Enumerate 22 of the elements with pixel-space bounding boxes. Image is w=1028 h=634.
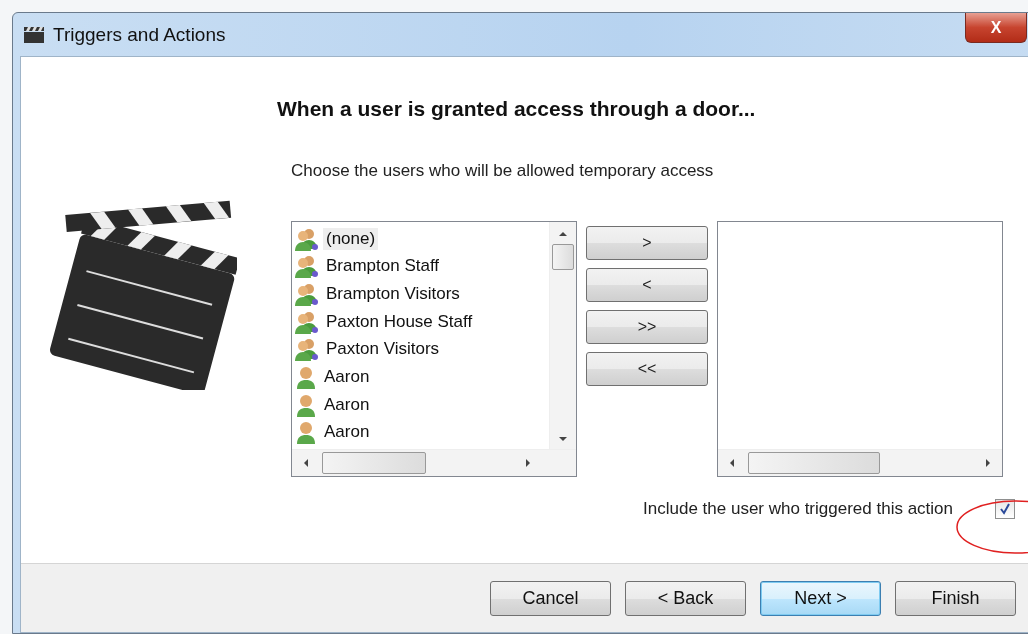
instruction-text: Choose the users who will be allowed temporary access [291,161,715,181]
footer-button[interactable]: Cancel [490,580,611,616]
list-item[interactable]: Brampton Visitors [323,283,463,306]
list-item[interactable]: Brampton Staff [323,255,443,278]
close-button[interactable]: X [965,13,1027,43]
footer-button[interactable]: Finish [895,580,1016,616]
checkbox-label: Include the user who triggered this action [643,499,953,519]
list-item[interactable]: Aaron [321,421,373,444]
move-button[interactable]: >> [586,310,708,344]
footer-button[interactable]: Next > [760,580,881,616]
list-item[interactable]: Paxton House Staff [323,310,476,333]
page-heading: When a user is granted access through a door... [277,97,757,121]
window-title: Triggers and Actions [53,23,226,46]
move-button[interactable]: > [586,226,708,260]
list-item[interactable]: Paxton Visitors [323,338,443,361]
move-button[interactable]: << [586,352,708,386]
list-item[interactable]: Aaron [321,365,373,388]
list-item[interactable]: (none) [323,227,379,250]
footer-button[interactable]: < Back [625,580,746,616]
list-item[interactable]: Aaron [321,393,373,416]
available-users-list[interactable]: (none) Brampton Staff Brampton Visitors Paxton House Staff Paxton Visitors Aaron Aaron Aaron [291,221,577,477]
move-button[interactable]: < [586,268,708,302]
